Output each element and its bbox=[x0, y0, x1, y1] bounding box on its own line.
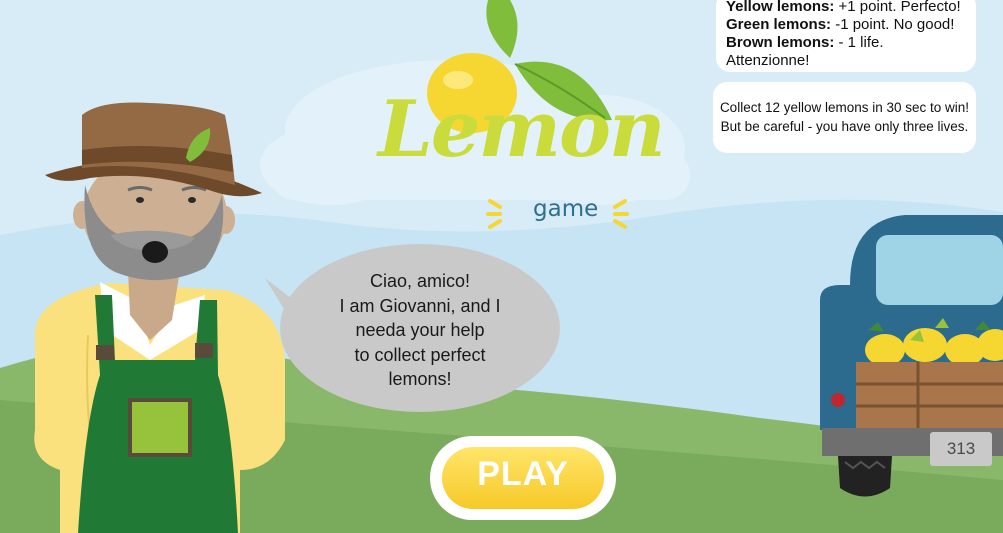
game-scene: Lemon game Yellow lemons: +1 point. Perf… bbox=[0, 0, 1003, 533]
license-plate: 313 bbox=[930, 432, 992, 466]
play-button[interactable]: PLAY bbox=[430, 436, 616, 520]
play-button-label: PLAY bbox=[477, 455, 569, 493]
